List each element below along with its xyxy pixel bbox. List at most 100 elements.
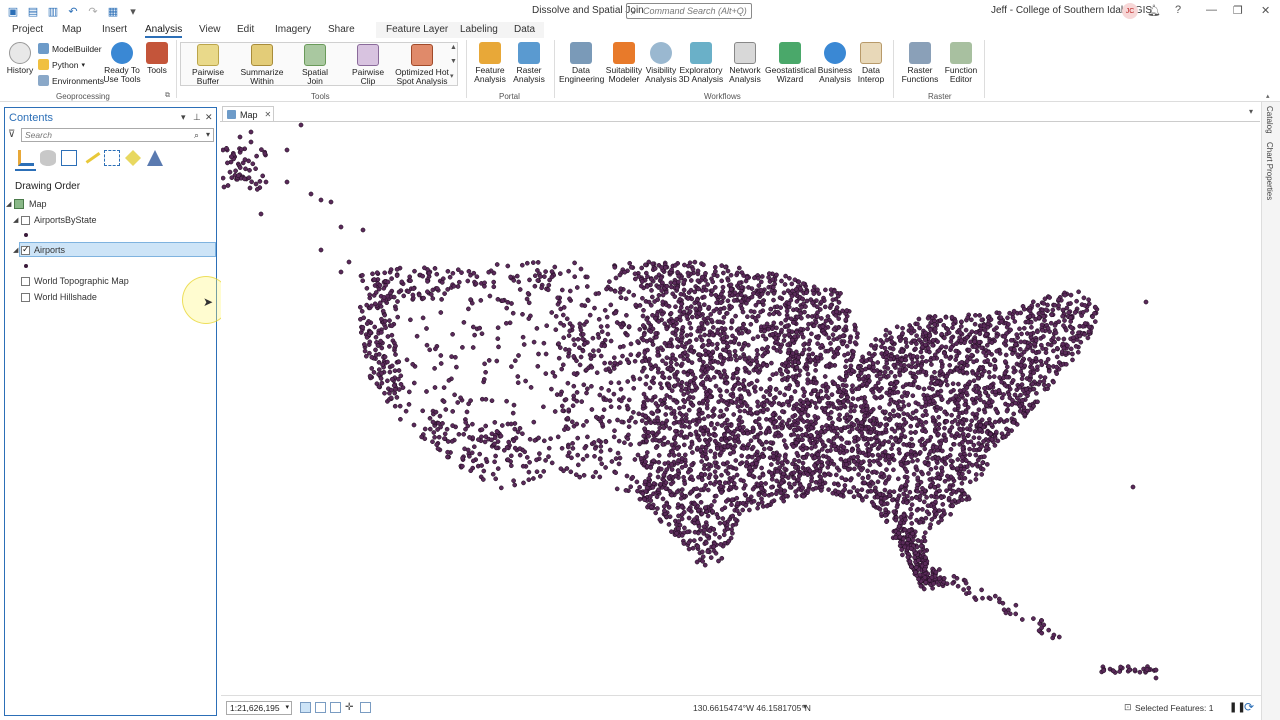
geostatistical-wizard-button[interactable]: Geostatistical Wizard	[765, 42, 816, 84]
list-by-selection-icon[interactable]	[61, 150, 77, 166]
save-icon[interactable]: ▥	[46, 4, 60, 18]
pairwise-buffer-button[interactable]: Pairwise Buffer	[188, 44, 228, 86]
dialog-launcher-icon[interactable]: ⧉	[165, 92, 170, 100]
suitability-modeler-button[interactable]: Suitability Modeler	[604, 42, 644, 84]
tab-share[interactable]: Share	[328, 24, 355, 35]
raster-functions-button[interactable]: Raster Functions	[899, 42, 941, 84]
airport-point	[622, 440, 627, 446]
search-icon[interactable]: ⌕	[194, 129, 199, 141]
tab-analysis[interactable]: Analysis	[145, 24, 183, 38]
list-by-data-source-icon[interactable]	[40, 150, 56, 166]
gallery-scroll-up-icon[interactable]: ▲	[450, 44, 457, 51]
chevron-down-icon[interactable]: ▾	[1249, 107, 1253, 116]
command-search-input[interactable]: ⌕ Command Search (Alt+Q)	[626, 3, 752, 19]
tab-labeling[interactable]: Labeling	[460, 24, 498, 35]
data-interop-button[interactable]: Data Interop	[854, 42, 888, 84]
tab-project[interactable]: Project	[12, 24, 43, 35]
list-by-editing-icon[interactable]	[81, 146, 101, 164]
collapse-ribbon-icon[interactable]: ▴	[1266, 92, 1270, 100]
airport-point	[877, 371, 883, 377]
exploratory-3d-button[interactable]: Exploratory 3D Analysis	[678, 42, 724, 84]
layer-airports[interactable]: ◢ Airports	[13, 244, 65, 256]
list-by-perspective-imagery-icon[interactable]	[147, 150, 163, 166]
close-tab-icon[interactable]: ✕	[265, 110, 272, 119]
collapse-icon[interactable]: ◢	[13, 216, 21, 224]
restore-icon[interactable]: ❐	[1233, 4, 1243, 17]
history-button[interactable]: History	[5, 42, 35, 75]
qat-dropdown-icon[interactable]: ▾	[126, 4, 140, 18]
minimize-icon[interactable]: —	[1206, 4, 1217, 16]
tab-insert[interactable]: Insert	[102, 24, 127, 35]
tab-feature-layer[interactable]: Feature Layer	[386, 24, 448, 35]
airport-point	[686, 546, 692, 552]
airport-point	[410, 361, 416, 367]
raster-analysis-button[interactable]: Raster Analysis	[511, 42, 547, 84]
airport-point	[916, 337, 922, 343]
customize-icon[interactable]: ▦	[106, 4, 120, 18]
close-pane-icon[interactable]: ✕	[205, 112, 213, 123]
pane-options-icon[interactable]: ▾	[181, 112, 186, 123]
gallery-scroll-down-icon[interactable]: ▼	[450, 58, 457, 65]
collapse-icon[interactable]: ◢	[6, 200, 14, 208]
undo-icon[interactable]: ↶	[66, 4, 80, 18]
filter-icon[interactable]: ⊽	[8, 129, 15, 140]
airport-point	[686, 339, 692, 345]
gallery-expand-icon[interactable]: ▾	[450, 72, 454, 80]
collapse-icon[interactable]: ◢	[13, 246, 21, 254]
tab-edit[interactable]: Edit	[237, 24, 254, 35]
help-icon[interactable]: ?	[1175, 4, 1181, 16]
visibility-checkbox[interactable]	[21, 276, 30, 286]
tab-map[interactable]: Map	[62, 24, 81, 35]
visibility-checkbox[interactable]	[21, 244, 30, 255]
data-engineering-button[interactable]: Data Engineering	[559, 42, 604, 84]
tab-data[interactable]: Data	[514, 24, 535, 35]
airport-point	[1052, 323, 1058, 328]
airport-point	[612, 428, 617, 434]
airport-point	[817, 469, 823, 474]
redo-icon[interactable]: ↷	[86, 4, 100, 18]
list-by-drawing-order-icon[interactable]	[18, 150, 34, 166]
modelbuilder-button[interactable]: ModelBuilder	[38, 43, 102, 54]
tab-imagery[interactable]: Imagery	[275, 24, 311, 35]
feature-analysis-button[interactable]: Feature Analysis	[472, 42, 508, 84]
avatar[interactable]: JC	[1122, 3, 1138, 19]
airport-point	[687, 309, 693, 314]
optimized-hot-spot-button[interactable]: Optimized Hot Spot Analysis	[394, 44, 450, 86]
visibility-checkbox[interactable]	[21, 292, 30, 302]
contents-search-input[interactable]: Search ⌕ ▾	[21, 128, 214, 142]
pin-icon[interactable]: ⊥	[193, 112, 201, 123]
map-canvas[interactable]	[221, 122, 1261, 695]
tab-view[interactable]: View	[199, 24, 221, 35]
map-view-tab[interactable]: Map ✕	[222, 106, 274, 122]
airport-point	[399, 279, 405, 285]
new-project-icon[interactable]: ▣	[6, 4, 20, 18]
tools-button[interactable]: Tools	[144, 42, 170, 75]
airport-point	[871, 458, 877, 464]
environments-button[interactable]: Environments	[38, 75, 104, 86]
close-icon[interactable]: ✕	[1261, 4, 1270, 17]
function-editor-button[interactable]: Function Editor	[942, 42, 980, 84]
airport-point	[654, 494, 660, 500]
pairwise-clip-button[interactable]: Pairwise Clip	[348, 44, 388, 86]
list-by-snapping-icon[interactable]	[104, 150, 120, 166]
visibility-analysis-button[interactable]: Visibility Analysis	[644, 42, 678, 84]
chevron-down-icon[interactable]: ▾	[206, 129, 210, 141]
python-button[interactable]: Python ▾	[38, 59, 85, 70]
open-icon[interactable]: ▤	[26, 4, 40, 18]
list-by-labeling-icon[interactable]	[125, 150, 141, 166]
airport-point	[705, 513, 711, 519]
layer-airportsbystate[interactable]: ◢ AirportsByState	[13, 215, 97, 225]
spatial-join-button[interactable]: Spatial Join	[295, 44, 335, 86]
network-analysis-button[interactable]: Network Analysis	[727, 42, 763, 84]
visibility-checkbox[interactable]	[21, 215, 30, 225]
business-analysis-button[interactable]: Business Analysis	[817, 42, 853, 84]
airport-point	[790, 414, 796, 420]
airport-point	[679, 361, 685, 367]
notifications-icon[interactable]: 🔔︎	[1147, 4, 1161, 17]
summarize-within-button[interactable]: Summarize Within	[238, 44, 286, 86]
ready-to-use-tools-button[interactable]: Ready To Use Tools	[102, 42, 142, 84]
layer-world-topographic-map[interactable]: World Topographic Map	[21, 276, 129, 286]
airport-point	[624, 312, 629, 318]
layer-world-hillshade[interactable]: World Hillshade	[21, 292, 97, 302]
map-node[interactable]: ◢ Map	[6, 199, 47, 209]
